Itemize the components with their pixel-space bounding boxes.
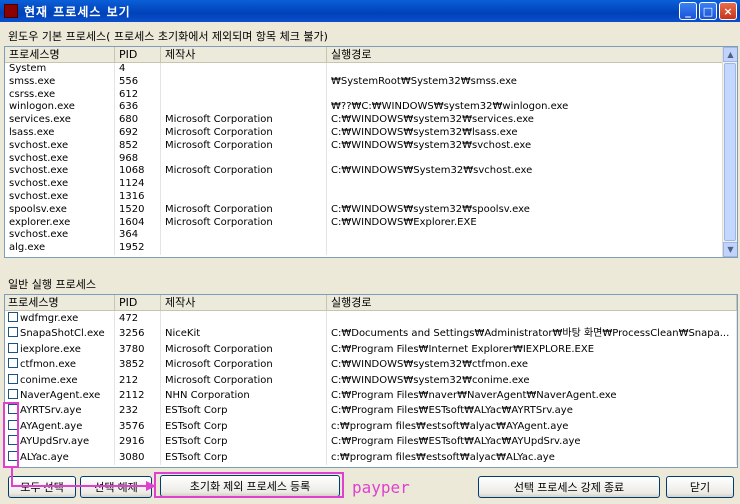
annotation-arrow-icon [11, 468, 156, 491]
annotation-label: payper [352, 478, 410, 497]
